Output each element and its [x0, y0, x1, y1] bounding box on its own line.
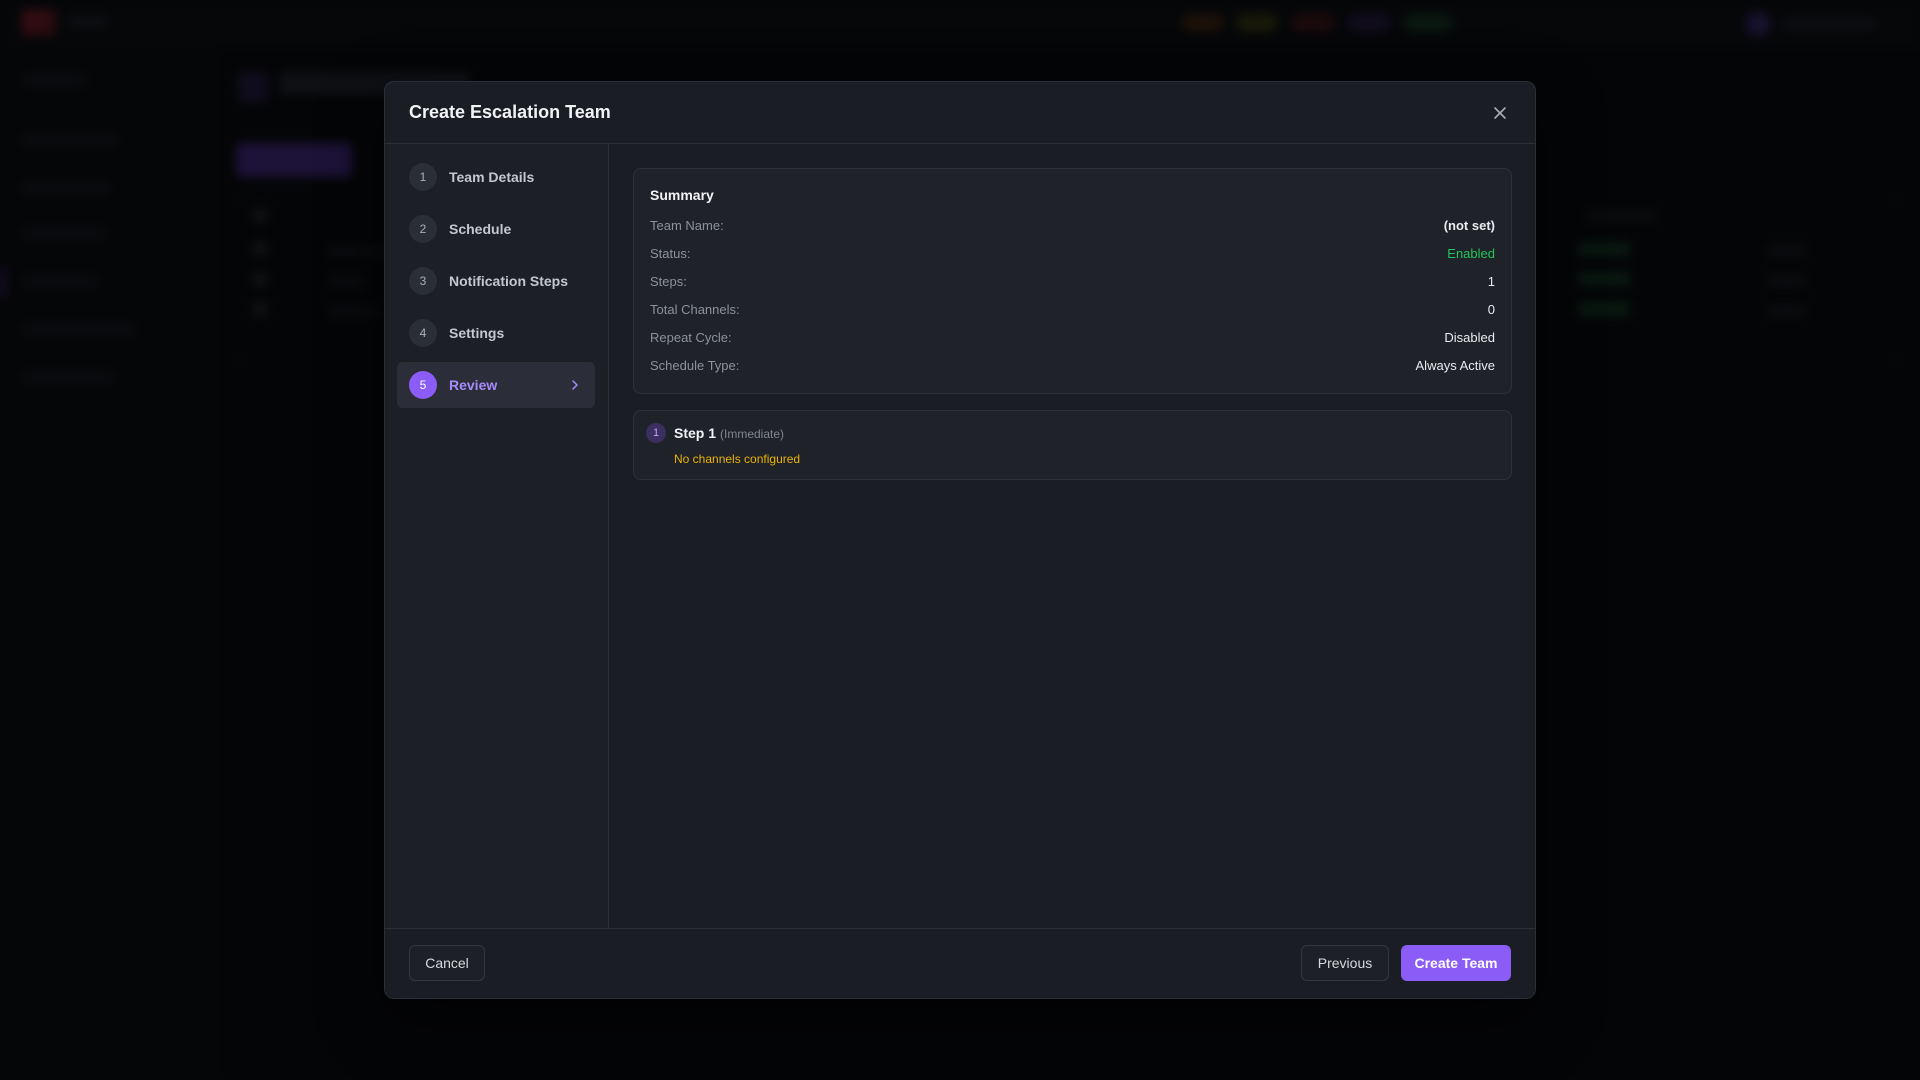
no-channels-warning: No channels configured: [674, 452, 801, 466]
summary-row-repeat-cycle: Repeat Cycle: Disabled: [650, 330, 1495, 350]
summary-value: Disabled: [1444, 330, 1495, 345]
summary-row-status: Status: Enabled: [650, 246, 1495, 266]
step-number: 4: [409, 319, 437, 347]
previous-button[interactable]: Previous: [1301, 945, 1389, 981]
step-label: Notification Steps: [449, 273, 569, 289]
chevron-right-icon: [572, 380, 578, 390]
wizard-step-notification-steps[interactable]: 3 Notification Steps: [397, 258, 595, 304]
escalation-step-card: 1 Step 1 (Immediate) No channels configu…: [633, 410, 1512, 480]
summary-value: Always Active: [1415, 358, 1495, 373]
summary-key: Schedule Type:: [650, 358, 740, 373]
create-team-button[interactable]: Create Team: [1401, 945, 1511, 981]
step-number: 3: [409, 267, 437, 295]
dialog-body: 1 Team Details 2 Schedule 3 Notification…: [385, 144, 1535, 928]
close-icon: [1494, 107, 1506, 119]
summary-key: Steps:: [650, 274, 687, 289]
step-number: 2: [409, 215, 437, 243]
dialog-title: Create Escalation Team: [409, 102, 611, 122]
step-number: 5: [409, 371, 437, 399]
step-title: Step 1: [674, 425, 717, 441]
summary-key: Status:: [650, 246, 691, 261]
step-label: Settings: [449, 325, 505, 341]
review-content: Summary Team Name: (not set) Status: Ena…: [609, 144, 1535, 928]
summary-title: Summary: [650, 187, 714, 203]
summary-key: Repeat Cycle:: [650, 330, 732, 345]
step-label: Team Details: [449, 169, 535, 185]
summary-card: Summary Team Name: (not set) Status: Ena…: [633, 168, 1512, 394]
dialog-footer: Cancel Previous Create Team: [385, 928, 1535, 998]
dialog-header: Create Escalation Team: [385, 82, 1535, 144]
wizard-step-schedule[interactable]: 2 Schedule: [397, 206, 595, 252]
step-label: Review: [449, 377, 498, 393]
summary-value: 1: [1487, 274, 1495, 289]
create-escalation-team-dialog: Create Escalation Team 1 Team Details 2 …: [384, 81, 1536, 999]
wizard-step-settings[interactable]: 4 Settings: [397, 310, 595, 356]
summary-row-total-channels: Total Channels: 0: [650, 302, 1495, 322]
summary-key: Total Channels:: [650, 302, 740, 317]
summary-value: 0: [1487, 302, 1495, 317]
step-label: Schedule: [449, 221, 512, 237]
summary-row-team-name: Team Name: (not set): [650, 218, 1495, 238]
summary-row-schedule-type: Schedule Type: Always Active: [650, 358, 1495, 378]
step-number-badge: 1: [646, 423, 666, 443]
summary-value: (not set): [1443, 218, 1495, 233]
summary-key: Team Name:: [650, 218, 724, 233]
wizard-step-review[interactable]: 5 Review: [397, 362, 595, 408]
close-button[interactable]: [1487, 100, 1513, 126]
wizard-steps-nav: 1 Team Details 2 Schedule 3 Notification…: [385, 144, 609, 928]
wizard-step-team-details[interactable]: 1 Team Details: [397, 154, 595, 200]
cancel-button[interactable]: Cancel: [409, 945, 485, 981]
step-timing: (Immediate): [720, 427, 785, 441]
status-value: Enabled: [1447, 246, 1495, 261]
step-number: 1: [409, 163, 437, 191]
summary-row-steps: Steps: 1: [650, 274, 1495, 294]
